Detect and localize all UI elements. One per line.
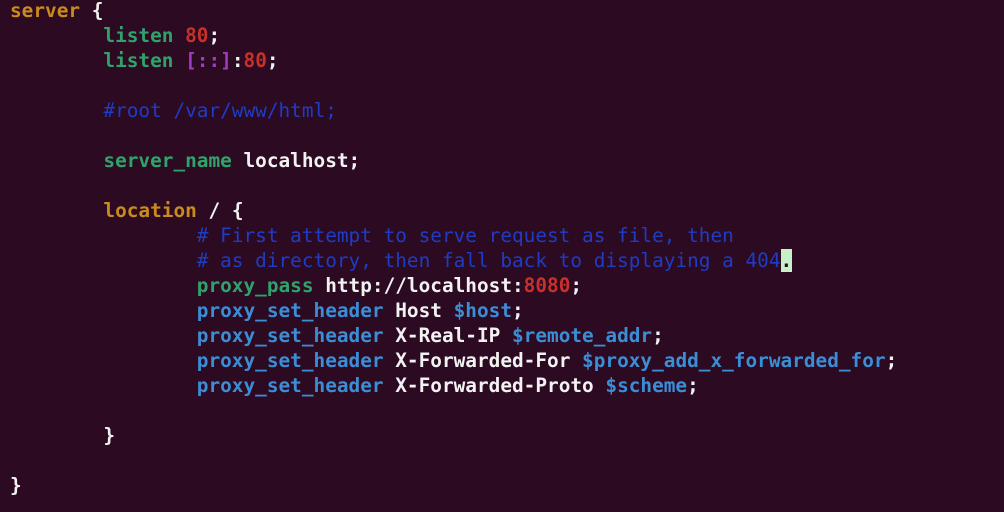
code-token: location [10, 199, 209, 222]
code-token: Host [395, 299, 454, 322]
code-token: proxy_set_header [10, 324, 396, 347]
code-line[interactable]: server { [10, 0, 103, 23]
code-token: ; [687, 374, 699, 397]
code-token: $host [453, 299, 512, 322]
code-token: X-Forwarded-Proto [395, 374, 606, 397]
text-cursor: . [780, 249, 793, 272]
code-token: # First attempt to serve request as file… [10, 224, 734, 247]
code-token: listen [10, 49, 186, 72]
code-line[interactable]: location / { [10, 198, 244, 223]
terminal-editor[interactable]: server { listen 80; listen [::]:80; #roo… [0, 0, 1004, 512]
code-token: ; [885, 349, 898, 372]
code-token: ; [208, 24, 221, 47]
code-line[interactable]: proxy_set_header X-Forwarded-For $proxy_… [10, 348, 897, 373]
code-token: 8080 [523, 274, 571, 297]
code-token: ; [652, 324, 664, 347]
code-token: 80 [243, 49, 267, 72]
code-token: proxy_set_header [10, 349, 396, 372]
code-token: ; [512, 299, 524, 322]
code-token: $proxy_add_x_forwarded_for [582, 349, 886, 372]
code-line[interactable]: proxy_pass http://localhost:8080; [10, 273, 582, 298]
code-token: listen [10, 24, 186, 47]
code-line[interactable]: } [10, 473, 22, 498]
code-line[interactable]: server_name localhost; [10, 148, 360, 173]
code-token: server [10, 0, 81, 22]
code-token: [::] [185, 49, 232, 72]
code-line[interactable]: #root /var/www/html; [10, 98, 337, 123]
code-line[interactable]: } [10, 423, 115, 448]
code-token: proxy_set_header [10, 299, 396, 322]
code-token: $scheme [605, 374, 688, 397]
code-line[interactable]: proxy_set_header X-Real-IP $remote_addr; [10, 323, 664, 348]
code-token: } [10, 474, 22, 497]
code-token: 80 [185, 24, 209, 47]
code-token: X-Real-IP [395, 324, 512, 347]
code-token: X-Forwarded-For [395, 349, 583, 372]
code-token: { [80, 0, 104, 22]
code-token: proxy_set_header [10, 374, 396, 397]
code-token: http://localhost: [325, 274, 524, 297]
code-token: #root /var/www/html; [10, 99, 337, 122]
code-token: : [231, 49, 244, 72]
code-line[interactable]: # First attempt to serve request as file… [10, 223, 734, 248]
code-token: server_name [10, 149, 244, 172]
code-token: ; [570, 274, 583, 297]
code-line[interactable]: proxy_set_header Host $host; [10, 298, 524, 323]
code-token: } [10, 424, 116, 447]
code-token: ; [266, 49, 279, 72]
code-token: $remote_addr [512, 324, 653, 347]
code-line[interactable]: proxy_set_header X-Forwarded-Proto $sche… [10, 373, 699, 398]
code-token: / { [208, 199, 244, 222]
code-token: # as directory, then fall back to displa… [10, 249, 781, 272]
code-line[interactable]: listen [::]:80; [10, 48, 279, 73]
code-token: proxy_pass [10, 274, 326, 297]
code-token: localhost; [243, 149, 361, 172]
code-line[interactable]: listen 80; [10, 23, 220, 48]
code-line[interactable]: # as directory, then fall back to displa… [10, 248, 793, 273]
